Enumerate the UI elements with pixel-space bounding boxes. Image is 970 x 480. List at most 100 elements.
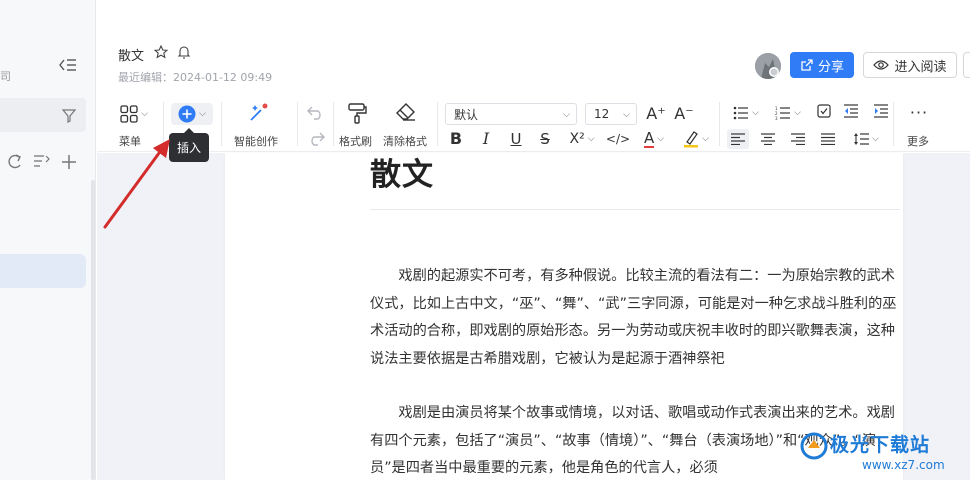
- increase-font-size-button[interactable]: A⁺: [645, 103, 667, 125]
- annotation-arrow: [103, 139, 170, 229]
- watermark-logo: [800, 432, 828, 460]
- toolbar-divider: [719, 102, 720, 146]
- clear-format-label: 清除格式: [383, 135, 427, 148]
- chevron-down-icon: ⌵: [623, 110, 630, 120]
- share-button[interactable]: 分享: [790, 52, 854, 78]
- last-edited-time: 最近编辑：2024-01-12 09:49: [118, 71, 273, 84]
- chevron-down-icon: ⌵: [141, 109, 148, 119]
- outdent-icon[interactable]: [843, 104, 859, 118]
- bold-icon: B: [449, 129, 463, 148]
- watermark-url: www.xz7.com: [862, 458, 945, 472]
- numbered-list-icon: 1 2 3: [775, 106, 791, 120]
- format-painter-label: 格式刷: [339, 135, 372, 148]
- chevron-down-icon: ⌵: [872, 134, 879, 144]
- align-left-icon: [731, 133, 745, 145]
- line-spacing-button[interactable]: ⌵: [849, 129, 883, 149]
- highlight-button[interactable]: ⌵: [679, 129, 713, 149]
- star-icon[interactable]: [154, 45, 168, 59]
- toolbar-divider: [297, 102, 298, 146]
- numbered-list-button[interactable]: 1 2 3 ⌵: [771, 103, 805, 123]
- enter-reading-button[interactable]: 进入阅读: [863, 52, 957, 78]
- share-icon: [801, 59, 813, 71]
- document-heading[interactable]: 散文: [370, 153, 434, 197]
- more-button[interactable]: ···: [907, 102, 931, 124]
- font-family-select[interactable]: 默认 ⌵: [445, 103, 577, 125]
- add-icon[interactable]: [62, 155, 76, 169]
- align-left-button[interactable]: [727, 129, 749, 149]
- toolbar-divider: [333, 102, 334, 146]
- italic-button[interactable]: I: [477, 129, 495, 149]
- bullet-list-icon: [733, 106, 749, 120]
- sidebar-scrollbar[interactable]: [91, 180, 95, 480]
- magic-wand-icon: [250, 103, 268, 121]
- text-color-icon: A: [643, 129, 655, 148]
- menu-button[interactable]: ⌵: [115, 104, 153, 124]
- bold-button[interactable]: B: [447, 129, 465, 149]
- insert-button[interactable]: ⌵: [171, 103, 213, 125]
- share-label: 分享: [817, 59, 844, 75]
- font-increase-icon: A⁺: [646, 104, 666, 123]
- line-spacing-icon: [854, 133, 870, 145]
- format-painter-icon[interactable]: [347, 102, 367, 124]
- grid-icon: [120, 105, 138, 123]
- chevron-down-icon: ⌵: [752, 108, 759, 118]
- ellipsis-icon: ···: [909, 103, 929, 122]
- strikethrough-icon: S: [540, 129, 550, 148]
- chevron-down-icon: ⌵: [702, 134, 709, 144]
- font-size-select[interactable]: 12 ⌵: [585, 103, 637, 125]
- font-decrease-icon: A⁻: [674, 104, 694, 123]
- document-header: 散文 最近编辑：2024-01-12 09:49 分享 进入阅读: [97, 0, 970, 96]
- ai-create-label: 智能创作: [234, 135, 278, 148]
- code-button[interactable]: </>: [606, 129, 630, 149]
- decrease-font-size-button[interactable]: A⁻: [673, 103, 695, 125]
- chevron-down-icon: ⌵: [657, 134, 665, 144]
- sidebar-selected-item[interactable]: [0, 254, 86, 288]
- toolbar-divider: [221, 102, 222, 146]
- justify-icon[interactable]: [821, 133, 835, 145]
- superscript-icon: X²: [569, 131, 585, 147]
- checkbox-list-icon[interactable]: [817, 104, 831, 118]
- toolbar-divider: [437, 102, 438, 146]
- chevron-down-icon: ⌵: [563, 110, 570, 120]
- chevron-down-icon: ⌵: [794, 108, 801, 118]
- ai-create-button[interactable]: [245, 102, 271, 124]
- text-color-button[interactable]: A ⌵: [637, 129, 671, 149]
- more-header-button[interactable]: [963, 52, 970, 78]
- avatar[interactable]: [755, 53, 781, 79]
- sidebar-actions: [8, 154, 76, 169]
- sidebar-top-text: 司: [0, 70, 11, 83]
- eraser-icon[interactable]: [395, 102, 417, 122]
- collapse-sidebar-icon[interactable]: [58, 56, 78, 74]
- editor-toolbar: ⌵ 菜单 ⌵ 智能创作 格式刷 清除格式 默认 ⌵ 12 ⌵ A⁺ A⁻ B I…: [97, 96, 970, 152]
- font-size-value: 12: [594, 107, 610, 121]
- plus-circle-icon: [178, 105, 196, 123]
- read-label: 进入阅读: [894, 59, 947, 75]
- indent-icon[interactable]: [873, 104, 889, 118]
- paragraph[interactable]: 戏剧的起源实不可考，有多种假说。比较主流的看法有二：一为原始宗教的武术仪式，比如…: [370, 263, 902, 373]
- underline-icon: U: [510, 129, 522, 148]
- toolbar-divider: [893, 102, 894, 146]
- more-label: 更多: [907, 135, 929, 148]
- align-center-icon[interactable]: [761, 133, 775, 145]
- superscript-button[interactable]: X² ⌵: [565, 129, 599, 149]
- document-page[interactable]: 散文 戏剧的起源实不可考，有多种假说。比较主流的看法有二：一为原始宗教的武术仪式…: [225, 153, 903, 480]
- highlighter-icon: [684, 131, 699, 148]
- undo-icon[interactable]: [307, 104, 325, 120]
- watermark-text: 极光下载站: [830, 434, 931, 456]
- sort-icon[interactable]: [34, 155, 50, 167]
- eye-icon: [873, 60, 890, 70]
- strikethrough-button[interactable]: S: [536, 129, 554, 149]
- chevron-down-icon: ⌵: [199, 109, 206, 119]
- align-right-icon[interactable]: [791, 133, 805, 145]
- bullet-list-button[interactable]: ⌵: [729, 103, 763, 123]
- heading-divider: [370, 209, 900, 210]
- sidebar: 司: [0, 0, 96, 480]
- refresh-icon[interactable]: [8, 154, 21, 169]
- bell-icon[interactable]: [177, 45, 191, 59]
- italic-icon: I: [482, 129, 490, 148]
- underline-button[interactable]: U: [507, 129, 525, 149]
- filter-icon[interactable]: [62, 109, 76, 123]
- doc-title[interactable]: 散文: [118, 45, 144, 64]
- redo-icon[interactable]: [307, 130, 325, 146]
- font-family-value: 默认: [454, 107, 479, 122]
